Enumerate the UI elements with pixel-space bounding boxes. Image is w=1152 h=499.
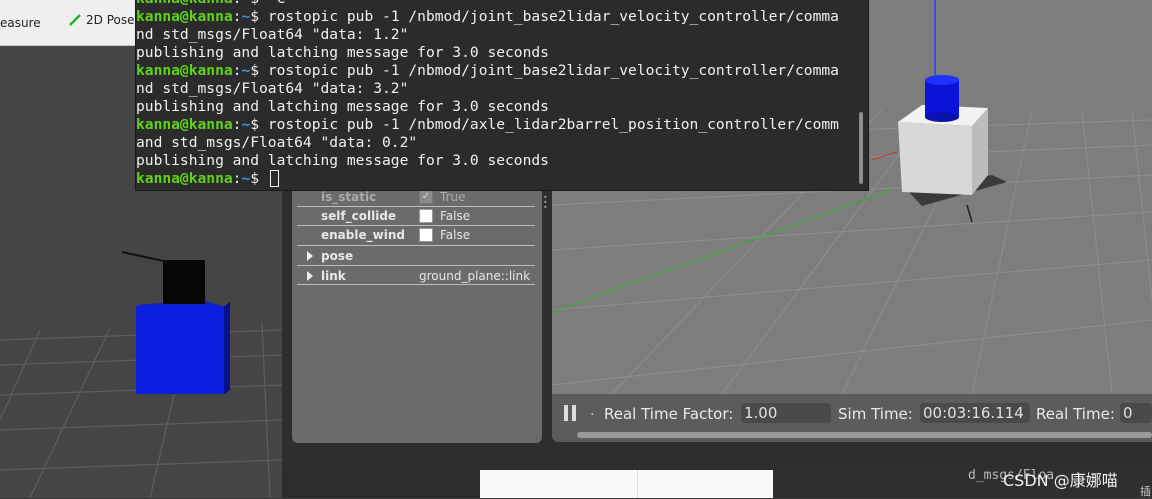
background-text-fragment: 插 (1140, 485, 1151, 498)
robot-lidar-top (925, 75, 959, 85)
enable-wind-checkbox[interactable] (419, 228, 433, 242)
2d-pose-label: 2D Pose (86, 13, 135, 27)
pause-icon (564, 405, 568, 421)
2d-pose-tool-button[interactable]: 2D Pose (68, 13, 134, 27)
property-key: self_collide (321, 209, 397, 223)
terminal-cwd: ~ (241, 8, 251, 25)
terminal-command: $ rostopic pub -1 /nbmod/joint_base2lida… (250, 8, 839, 25)
divider (297, 245, 535, 246)
property-row-pose[interactable]: pose (297, 247, 535, 265)
panel-splitter-handle[interactable]: • • • (543, 194, 548, 213)
terminal-line: publishing and latching message for 3.0 … (136, 98, 549, 115)
expand-arrow-icon[interactable] (307, 271, 313, 281)
robot-lidar-mount (163, 260, 205, 304)
terminal-command: $ (250, 170, 268, 187)
property-key: link (321, 269, 346, 283)
terminal-line: and std_msgs/Float64 "data: 0.2" (136, 134, 418, 151)
real-time-label: Real Time: (1036, 405, 1115, 423)
property-key: pose (321, 249, 354, 263)
pose-arrow-icon (69, 14, 81, 26)
property-row-self-collide: self_collide False (297, 207, 535, 225)
expand-arrow-icon[interactable] (307, 251, 313, 261)
terminal-scrollbar[interactable] (859, 112, 863, 184)
pause-button[interactable] (564, 405, 578, 421)
terminal-cursor (270, 170, 279, 187)
property-value: False (440, 228, 471, 242)
robot-base-front (898, 122, 972, 195)
pause-icon (572, 405, 576, 421)
terminal-command: $ rostopic pub -1 /nbmod/joint_base2lida… (250, 62, 839, 79)
robot-lidar-barrel (966, 204, 973, 223)
real-time-factor-value: 1.00 (741, 403, 831, 423)
background-window-panel (282, 470, 480, 498)
real-time-factor-label: Real Time Factor: (604, 405, 734, 423)
property-row-link[interactable]: link ground_plane::link (297, 267, 535, 285)
terminal-line: kanna@kanna:~$ rostopic pub -1 /nbmod/ax… (136, 116, 839, 133)
csdn-watermark: CSDN @康娜喵 (1003, 471, 1118, 490)
robot-base-side (224, 302, 230, 394)
step-indicator: . (590, 403, 595, 419)
property-value: True (440, 190, 466, 204)
status-bar-scrollbar[interactable] (577, 432, 1152, 438)
is-static-checkbox[interactable]: ✓ (419, 190, 433, 204)
y-axis-line (552, 189, 893, 313)
terminal-prompt: kanna@kanna (136, 0, 233, 7)
property-row-enable-wind: enable_wind False (297, 226, 535, 244)
terminal-cwd: ~ (241, 170, 251, 187)
terminal-line: kanna@kanna:~$ (136, 170, 268, 187)
terminal-line: kanna@kanna:~$ rostopic pub -1 /nbmod/jo… (136, 8, 839, 25)
divider (297, 265, 535, 266)
terminal-line: kanna@kanna:~$ ^C (136, 0, 285, 7)
terminal-line: nd std_msgs/Float64 "data: 1.2" (136, 26, 409, 43)
measure-tool-button[interactable]: easure (0, 16, 41, 30)
self-collide-checkbox[interactable] (419, 209, 433, 223)
terminal-prompt: kanna@kanna (136, 170, 233, 187)
property-key: enable_wind (321, 228, 405, 242)
robot-lidar-barrel (121, 251, 169, 263)
terminal-prompt: kanna@kanna (136, 116, 233, 133)
divider (297, 284, 535, 285)
divider (637, 470, 638, 498)
terminal-cwd: ~ (241, 62, 251, 79)
terminal-cwd: ~ (241, 0, 250, 7)
sim-time-label: Sim Time: (838, 405, 913, 423)
property-value: ground_plane::link (419, 269, 531, 283)
terminal-command: $ ^C (250, 0, 285, 7)
real-time-value: 0 (1120, 403, 1152, 423)
robot-base-body (136, 306, 226, 394)
property-key: is_static (321, 190, 377, 204)
terminal-command: $ rostopic pub -1 /nbmod/axle_lidar2barr… (250, 116, 839, 133)
terminal-line: publishing and latching message for 3.0 … (136, 152, 549, 169)
terminal-line: nd std_msgs/Float64 "data: 3.2" (136, 80, 409, 97)
terminal-cwd: ~ (241, 116, 251, 133)
terminal-line: kanna@kanna:~$ rostopic pub -1 /nbmod/jo… (136, 62, 839, 79)
terminal-line: publishing and latching message for 3.0 … (136, 44, 549, 61)
sim-time-value: 00:03:16.114 (920, 403, 1030, 423)
robot-lidar-bottom (925, 112, 959, 122)
terminal-prompt: kanna@kanna (136, 62, 233, 79)
terminal-prompt: kanna@kanna (136, 8, 233, 25)
property-value: False (440, 209, 471, 223)
